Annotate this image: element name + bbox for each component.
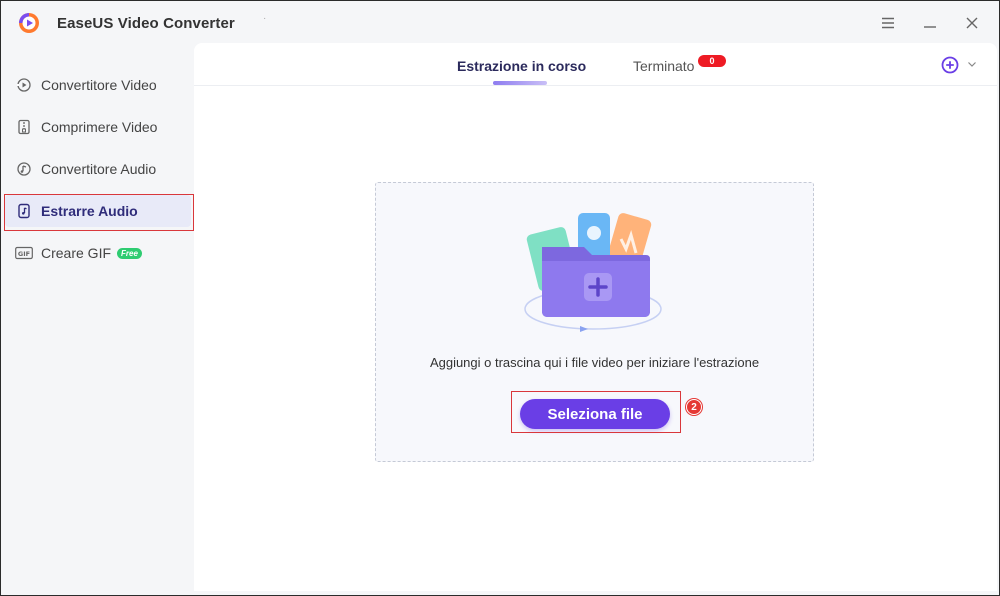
sidebar-item-label: Comprimere Video xyxy=(41,119,158,135)
sidebar-item-compress-video[interactable]: Comprimere Video xyxy=(5,111,191,143)
menu-button[interactable] xyxy=(876,11,900,35)
close-button[interactable] xyxy=(960,11,984,35)
gif-icon: GIF xyxy=(15,244,33,262)
tab-extracting[interactable]: Estrazione in corso xyxy=(457,58,586,74)
sidebar-item-label: Convertitore Video xyxy=(41,77,157,93)
chevron-down-icon[interactable] xyxy=(966,58,978,70)
tab-bar: Estrazione in corso Terminato 0 xyxy=(194,43,997,86)
add-folder-illustration-icon xyxy=(524,213,662,332)
free-badge: Free xyxy=(117,247,142,259)
sidebar-item-create-gif[interactable]: GIF Creare GIF Free xyxy=(5,237,191,269)
title-trail: · xyxy=(215,14,219,28)
close-icon xyxy=(966,17,978,29)
highlight-box-step-1 xyxy=(4,194,194,231)
audio-convert-icon xyxy=(15,160,33,178)
sidebar-item-label: Convertitore Audio xyxy=(41,161,157,177)
sidebar-item-video-converter[interactable]: Convertitore Video xyxy=(5,69,191,101)
compress-file-icon xyxy=(15,118,33,136)
title-dot: · xyxy=(263,13,267,24)
minimize-button[interactable] xyxy=(918,11,942,35)
sidebar-item-label: Creare GIF xyxy=(41,245,112,261)
app-logo-icon xyxy=(19,13,39,33)
hamburger-icon xyxy=(882,17,894,29)
highlight-box-step-2 xyxy=(511,391,681,433)
drop-hint-text: Aggiungi o trascina qui i file video per… xyxy=(429,355,760,370)
app-title: EaseUS Video Converter xyxy=(57,15,235,32)
app-window: EaseUS Video Converter · · Convertitore … xyxy=(0,0,1000,596)
sidebar: Convertitore Video Comprimere Video Conv… xyxy=(1,45,193,595)
tab-done[interactable]: Terminato xyxy=(633,58,694,74)
step-2-badge: 2 xyxy=(686,399,702,415)
active-tab-indicator xyxy=(493,81,547,85)
title-bar: EaseUS Video Converter · · xyxy=(1,1,999,45)
main-panel: Estrazione in corso Terminato 0 Aggiungi… xyxy=(194,43,997,591)
done-count-badge: 0 xyxy=(698,55,726,67)
sidebar-item-audio-converter[interactable]: Convertitore Audio xyxy=(5,153,191,185)
add-plus-icon[interactable] xyxy=(940,55,960,75)
video-convert-icon xyxy=(15,76,33,94)
minimize-icon xyxy=(924,26,936,28)
svg-text:GIF: GIF xyxy=(18,250,30,258)
